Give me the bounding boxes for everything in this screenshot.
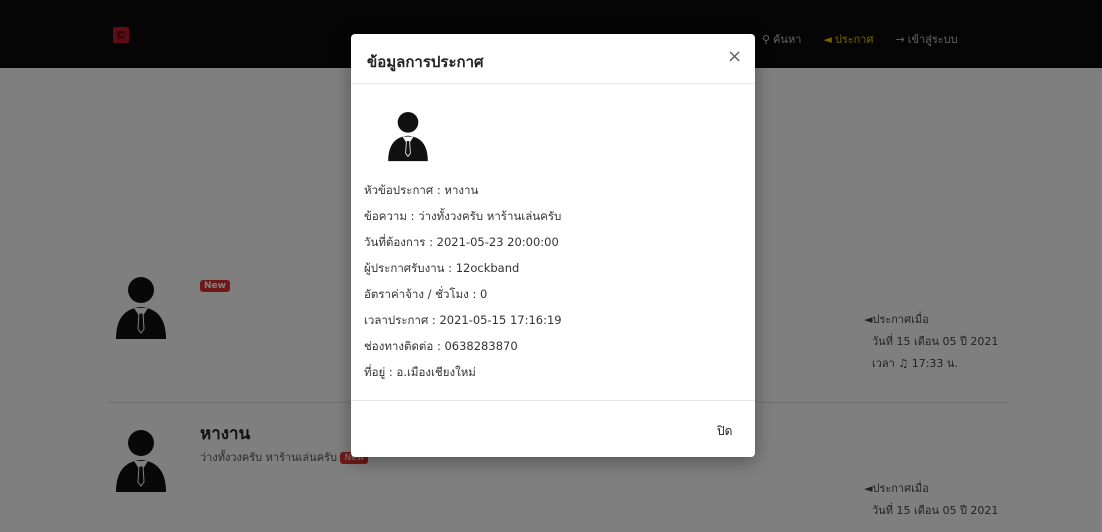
detail-hourly-rate: อัตราค่าจ้าง / ชั่วโมง : 0 bbox=[364, 287, 488, 301]
detail-required-date: วันที่ต้องการ : 2021-05-23 20:00:00 bbox=[364, 235, 559, 249]
modal-header: ข้อมูลการประกาศ × bbox=[351, 34, 755, 84]
detail-posted-time: เวลาประกาศ : 2021-05-15 17:16:19 bbox=[364, 313, 562, 327]
close-button[interactable]: ปิด bbox=[717, 422, 732, 441]
detail-poster: ผู้ประกาศรับงาน : 12ockband bbox=[364, 261, 520, 275]
detail-message: ข้อความ : ว่างทั้งวงครับ หาร้านเล่นครับ bbox=[364, 209, 562, 223]
modal-footer: ปิด bbox=[351, 400, 755, 457]
announcement-details: หัวข้อประกาศ : หางาน ข้อความ : ว่างทั้งว… bbox=[364, 177, 562, 385]
modal-body: หัวข้อประกาศ : หางาน ข้อความ : ว่างทั้งว… bbox=[351, 85, 755, 399]
user-avatar-icon bbox=[388, 112, 428, 162]
close-icon[interactable]: × bbox=[727, 46, 742, 67]
modal-title: ข้อมูลการประกาศ bbox=[367, 53, 484, 71]
detail-contact: ช่องทางติดต่อ : 0638283870 bbox=[364, 339, 518, 353]
detail-title: หัวข้อประกาศ : หางาน bbox=[364, 183, 479, 197]
detail-address: ที่อยู่ : อ.เมืองเชียงใหม่ bbox=[364, 365, 476, 379]
announcement-modal: ข้อมูลการประกาศ × หัวข้อประกาศ : หางาน ข… bbox=[351, 34, 755, 457]
